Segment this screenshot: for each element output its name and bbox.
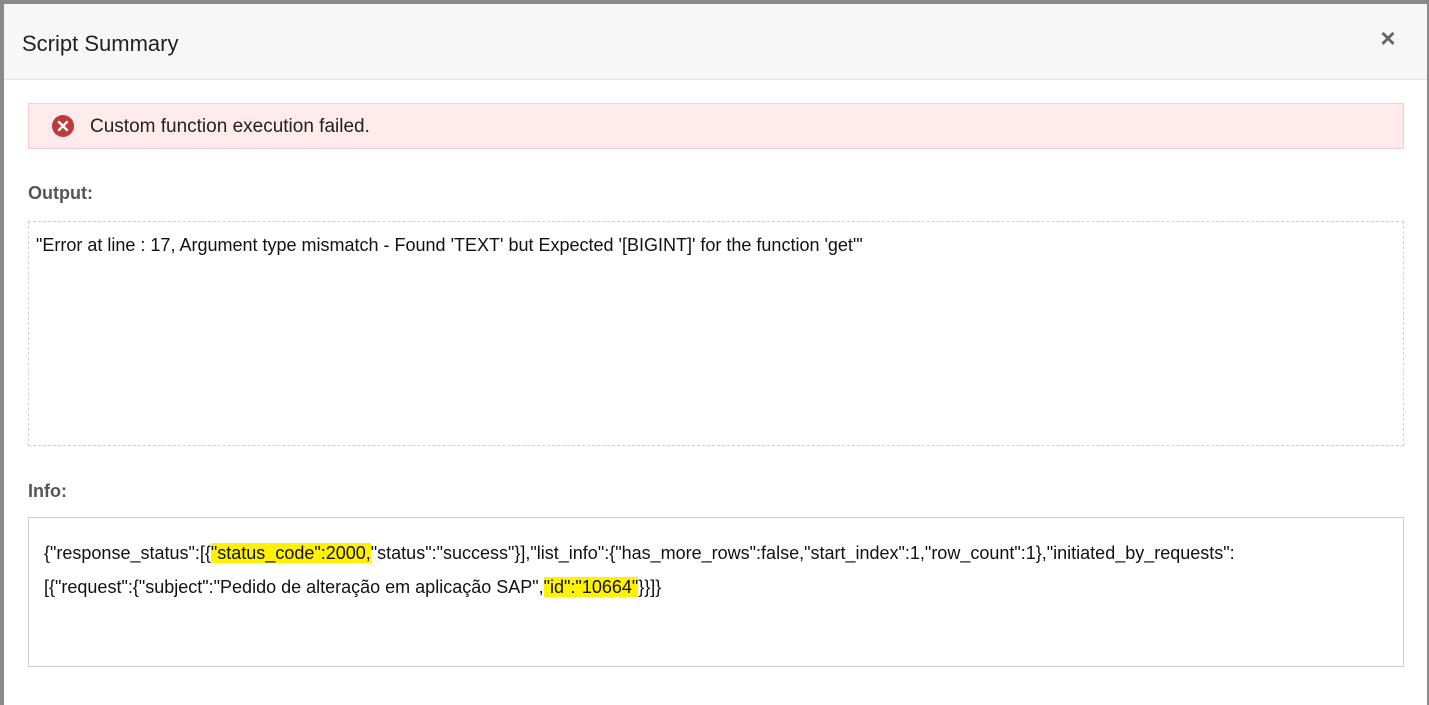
error-circle-icon <box>52 115 74 137</box>
info-label: Info: <box>28 481 67 501</box>
info-segment: {"response_status":[{ <box>44 543 211 563</box>
highlighted-status-code: "status_code":2000, <box>210 543 371 563</box>
close-icon[interactable]: × <box>1374 24 1402 52</box>
info-segment: }}]} <box>638 577 662 597</box>
highlighted-id: "id":"10664" <box>543 577 639 597</box>
info-segment: "status":"success"}],"list_info":{"has_m… <box>370 543 1235 563</box>
alert-message: Custom function execution failed. <box>90 116 370 137</box>
output-text: "Error at line : 17, Argument type misma… <box>36 235 863 255</box>
info-segment: [{"request":{"subject":"Pedido de altera… <box>44 577 544 597</box>
info-box: {"response_status":[{"status_code":2000,… <box>28 517 1404 667</box>
info-text: {"response_status":[{"status_code":2000,… <box>44 536 1384 604</box>
error-alert: Custom function execution failed. <box>28 103 1404 149</box>
dialog-header: Script Summary × <box>4 4 1427 80</box>
output-box: "Error at line : 17, Argument type misma… <box>28 221 1404 446</box>
script-summary-dialog: Script Summary × Custom function executi… <box>4 4 1427 705</box>
output-label: Output: <box>28 183 93 203</box>
dialog-title: Script Summary <box>22 31 179 56</box>
